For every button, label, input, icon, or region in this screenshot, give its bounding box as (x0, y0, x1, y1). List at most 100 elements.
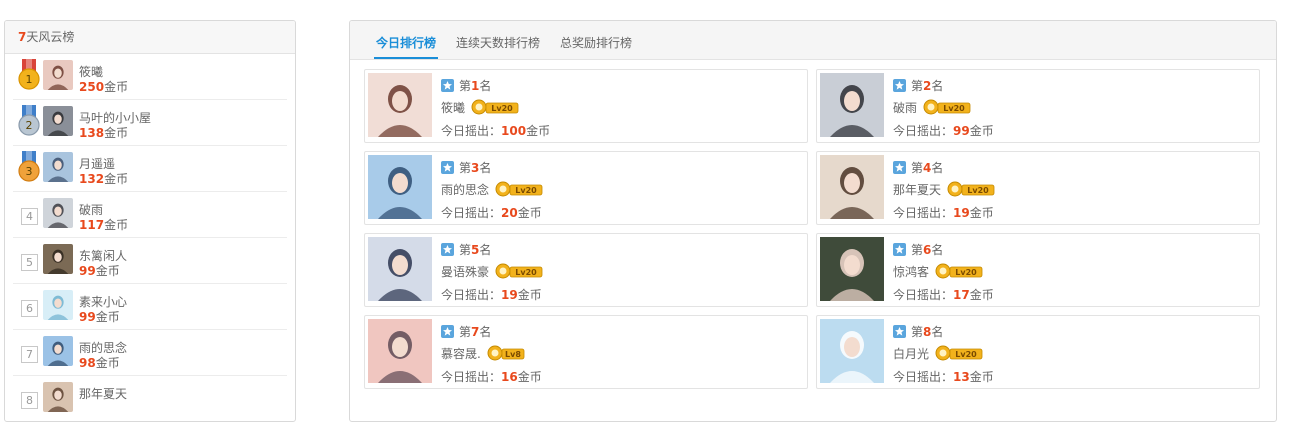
ranking-item[interactable]: 6 素来小心 99金币 (13, 284, 287, 330)
coin-amount: 138金币 (79, 126, 129, 140)
ranking-card[interactable]: 第5名 曼语殊豪 Lv20 今日摇出：19金币 (364, 233, 808, 307)
avatar[interactable] (43, 290, 73, 320)
rank-label: 第6名 (893, 241, 943, 258)
avatar[interactable] (43, 106, 73, 136)
medal-icon: 3 (17, 151, 41, 183)
ranking-card[interactable]: 第6名惊鸿客 Lv20 今日摇出：17金币 (816, 233, 1260, 307)
avatar[interactable] (43, 244, 73, 274)
medal-rank-number: 1 (26, 73, 33, 86)
star-icon (441, 161, 454, 174)
user-name-row: 雨的思念 Lv20 (441, 181, 543, 200)
user-name-row: 那年夏天 Lv20 (893, 181, 995, 200)
user-name-row: 曼语殊豪 Lv20 (441, 263, 543, 282)
avatar[interactable] (43, 382, 73, 412)
user-name[interactable]: 曼语殊豪 (441, 265, 489, 279)
coin-amount: 99金币 (79, 264, 120, 278)
ranking-item[interactable]: 8 那年夏天 (13, 376, 287, 421)
ranking-list: 1 筱曦 250金币 2 马叶的小小屋 138金币 3 月遥遥 132金币 4 破雨 117金币 5 东篱… (5, 54, 295, 421)
today-amount: 今日摇出：19金币 (893, 206, 994, 220)
tab-bar: 今日排行榜 连续天数排行榜 总奖励排行榜 (350, 21, 1276, 60)
avatar[interactable] (820, 319, 884, 383)
today-amount: 今日摇出：17金币 (893, 288, 994, 302)
ranking-item[interactable]: 3 月遥遥 132金币 (13, 146, 287, 192)
level-badge-icon: Lv20 (495, 263, 543, 282)
level-text: Lv20 (955, 268, 977, 277)
ranking-card[interactable]: 第4名 那年夏天 Lv20 今日摇出：19金币 (816, 151, 1260, 225)
coin-amount: 132金币 (79, 172, 129, 186)
level-badge-icon: Lv20 (947, 181, 995, 200)
user-name[interactable]: 筱曦 (441, 101, 465, 115)
user-name-row: 慕容晟. Lv8 (441, 345, 525, 364)
tab-today-ranking[interactable]: 今日排行榜 (374, 21, 439, 59)
medal-icon: 2 (17, 105, 41, 137)
level-text: Lv20 (515, 186, 537, 195)
avatar[interactable] (43, 152, 73, 182)
today-amount: 今日摇出：20金币 (441, 206, 542, 220)
avatar[interactable] (43, 336, 73, 366)
ranking-item[interactable]: 4 破雨 117金币 (13, 192, 287, 238)
user-name-row: 破雨 Lv20 (893, 99, 971, 118)
avatar[interactable] (43, 60, 73, 90)
avatar[interactable] (820, 155, 884, 219)
ranking-card[interactable]: 第3名 雨的思念 Lv20 今日摇出：20金币 (364, 151, 808, 225)
rank-number: 6 (21, 300, 38, 317)
level-badge-icon: Lv20 (495, 181, 543, 200)
user-name[interactable]: 雨的思念 (441, 183, 489, 197)
ranking-card[interactable]: 第8名白月光 Lv20 今日摇出：13金币 (816, 315, 1260, 389)
star-icon (893, 79, 906, 92)
level-badge-icon: Lv20 (935, 345, 983, 364)
tab-consecutive-days-ranking[interactable]: 连续天数排行榜 (454, 21, 542, 59)
today-amount: 今日摇出：13金币 (893, 370, 994, 384)
tab-total-reward-ranking[interactable]: 总奖励排行榜 (558, 21, 634, 59)
avatar[interactable] (43, 198, 73, 228)
ranking-item[interactable]: 1 筱曦 250金币 (13, 54, 287, 100)
level-badge-icon: Lv8 (487, 345, 525, 364)
medal-rank-number: 3 (26, 165, 33, 178)
coin-amount: 98金币 (79, 356, 120, 370)
user-name[interactable]: 破雨 (893, 101, 917, 115)
today-amount: 今日摇出：100金币 (441, 124, 551, 138)
rank-number: 4 (21, 208, 38, 225)
star-icon (893, 325, 906, 338)
ranking-card[interactable]: 第1名 筱曦 Lv20 今日摇出：100金币 (364, 69, 808, 143)
ranking-item[interactable]: 2 马叶的小小屋 138金币 (13, 100, 287, 146)
ranking-item[interactable]: 7 雨的思念 98金币 (13, 330, 287, 376)
ranking-card[interactable]: 第7名慕容晟. Lv8 今日摇出：16金币 (364, 315, 808, 389)
ranking-item[interactable]: 5 东篱闲人 99金币 (13, 238, 287, 284)
star-icon (893, 243, 906, 256)
rank-label: 第7名 (441, 323, 491, 340)
user-name[interactable]: 惊鸿客 (893, 265, 929, 279)
avatar[interactable] (820, 73, 884, 137)
medal-icon: 1 (17, 59, 41, 91)
avatar[interactable] (820, 237, 884, 301)
user-name[interactable]: 那年夏天 (893, 183, 941, 197)
level-text: Lv20 (943, 104, 965, 113)
coin-amount: 117金币 (79, 218, 129, 232)
level-badge-icon: Lv20 (935, 263, 983, 282)
rank-label: 第8名 (893, 323, 943, 340)
star-icon (441, 325, 454, 338)
rank-number: 7 (21, 346, 38, 363)
level-badge-icon: Lv20 (923, 99, 971, 118)
leaderboard-panel: 今日排行榜 连续天数排行榜 总奖励排行榜 第1名 筱曦 Lv20 今日摇出：100金币… (349, 20, 1277, 422)
seven-day-ranking-panel: 7天风云榜 1 筱曦 250金币 2 马叶的小小屋 138金币 3 月遥遥 132金币 4 破雨 11… (4, 20, 296, 422)
user-name[interactable]: 慕容晟. (441, 347, 481, 361)
avatar[interactable] (368, 73, 432, 137)
rank-label: 第2名 (893, 77, 943, 94)
level-text: Lv20 (967, 186, 989, 195)
avatar[interactable] (368, 155, 432, 219)
ranking-card[interactable]: 第2名 破雨 Lv20 今日摇出：99金币 (816, 69, 1260, 143)
user-name-row: 惊鸿客 Lv20 (893, 263, 983, 282)
today-amount: 今日摇出：16金币 (441, 370, 542, 384)
avatar[interactable] (368, 237, 432, 301)
user-name[interactable]: 白月光 (893, 347, 929, 361)
panel-title: 7天风云榜 (5, 21, 295, 54)
level-text: Lv20 (491, 104, 513, 113)
rank-number: 5 (21, 254, 38, 271)
avatar[interactable] (368, 319, 432, 383)
coin-amount: 250金币 (79, 80, 129, 94)
star-icon (893, 161, 906, 174)
user-name[interactable]: 那年夏天 (79, 385, 127, 402)
level-text: Lv20 (515, 268, 537, 277)
star-icon (441, 243, 454, 256)
